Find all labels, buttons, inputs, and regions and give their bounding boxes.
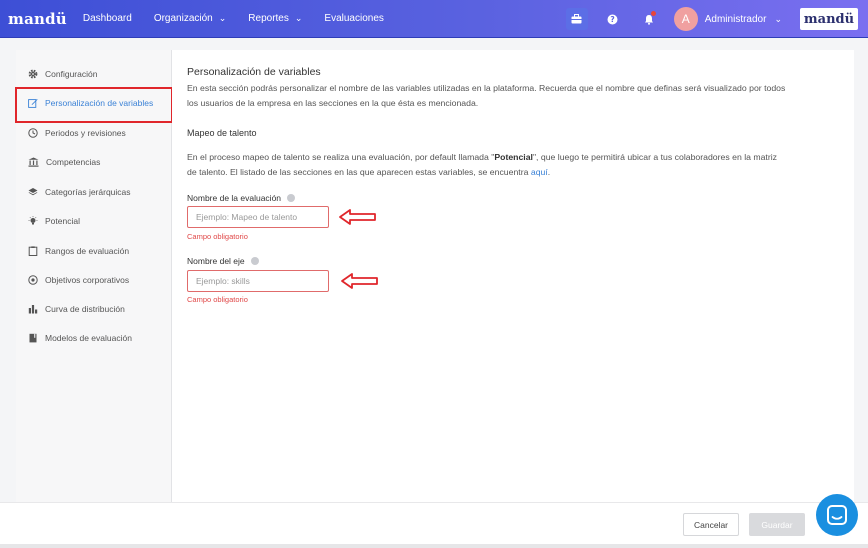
nav-evaluaciones-label: Evaluaciones — [324, 13, 384, 24]
desc-text: ", que luego te permitirá ubicar a tus c… — [532, 152, 778, 162]
chevron-down-icon[interactable]: ⌄ — [774, 14, 782, 25]
red-arrow-annotation — [341, 273, 378, 289]
bulb-icon — [28, 216, 38, 225]
axis-name-label: Nombre del eje — [187, 256, 259, 266]
chevron-down-icon: ⌄ — [294, 13, 303, 23]
intro-line-2: los usuarios de la empresa en las seccio… — [187, 98, 479, 108]
bottom-strip — [0, 544, 868, 548]
app-logo[interactable]: mandü — [8, 10, 67, 28]
main-nav: Dashboard Organización ⌄ Reportes ⌄ Evalua… — [83, 13, 406, 24]
sidebar-item-label: Objetivos corporativos — [45, 275, 130, 285]
sidebar-item-label: Periodos y revisiones — [45, 128, 126, 138]
sidebar-item-label: Modelos de evaluación — [45, 333, 132, 343]
sidebar-item-label: Rangos de evaluación — [45, 246, 130, 256]
sidebar-item-configuracion[interactable]: Configuración — [28, 69, 168, 79]
briefcase-icon[interactable] — [565, 8, 588, 30]
section-desc-line-2: de talento. El listado de las secciones … — [187, 165, 837, 180]
section-desc-line-1: En el proceso mapeo de talento se realiz… — [187, 150, 837, 165]
sidebar-item-competencias[interactable]: Competencias — [28, 157, 168, 167]
save-button[interactable]: Guardar — [749, 513, 805, 536]
evaluation-name-label: Nombre de la evaluación — [187, 193, 296, 203]
section-title: Mapeo de talento — [187, 128, 257, 138]
intro-line-1: En esta sección podrás personalizar el n… — [187, 83, 786, 93]
red-arrow-annotation — [339, 209, 376, 225]
axis-name-input[interactable]: Ejemplo: skills — [187, 270, 329, 292]
sidebar-item-potencial[interactable]: Potencial — [28, 216, 168, 226]
desc-text: de talento. El listado de las secciones … — [187, 167, 531, 177]
gear-icon — [28, 69, 38, 79]
sidebar-item-label: Categorías jerárquicas — [45, 187, 131, 197]
sidebar-item-label: Curva de distribución — [45, 304, 125, 314]
highlight-box — [15, 87, 173, 123]
help-icon[interactable]: ? — [602, 8, 624, 30]
user-name[interactable]: Administrador — [705, 14, 767, 25]
axis-name-error: Campo obligatorio — [187, 295, 248, 304]
avatar[interactable]: A — [673, 7, 698, 31]
nav-reportes[interactable]: Reportes ⌄ — [248, 13, 302, 24]
sections-link[interactable]: aquí — [531, 167, 548, 177]
sidebar-item-periodos[interactable]: Periodos y revisiones — [28, 128, 168, 138]
sidebar-item-rangos[interactable]: Rangos de evaluación — [28, 246, 168, 256]
desc-bold-text: Potencial — [494, 152, 533, 162]
sidebar-item-curva[interactable]: Curva de distribución — [28, 304, 168, 314]
nav-organizacion[interactable]: Organización ⌄ — [154, 13, 226, 24]
sidebar-item-label: Configuración — [45, 69, 98, 79]
top-navbar: mandü Dashboard Organización ⌄ Reportes ⌄ … — [0, 0, 868, 38]
chat-button[interactable] — [816, 494, 858, 536]
bar-chart-icon — [28, 305, 38, 314]
main-panel: Personalización de variables En esta sec… — [172, 50, 854, 502]
institution-icon — [28, 157, 39, 167]
sidebar-item-categorias[interactable]: Categorías jerárquicas — [28, 187, 168, 197]
page-title: Personalización de variables — [187, 66, 321, 78]
nav-dashboard-label: Dashboard — [82, 13, 132, 24]
target-icon — [28, 275, 38, 285]
nav-evaluaciones[interactable]: Evaluaciones — [324, 13, 383, 24]
sidebar-item-modelos[interactable]: Modelos de evaluación — [28, 333, 168, 343]
nav-reportes-label: Reportes — [248, 13, 289, 24]
clipboard-icon — [28, 246, 38, 256]
chevron-down-icon: ⌄ — [218, 13, 227, 23]
cancel-button[interactable]: Cancelar — [683, 513, 739, 536]
field-label-text: Nombre de la evaluación — [187, 193, 282, 203]
nav-dashboard[interactable]: Dashboard — [83, 13, 132, 24]
book-icon — [29, 333, 37, 343]
company-brand-logo: mandü — [800, 8, 858, 30]
svg-text:?: ? — [611, 15, 615, 24]
chat-icon — [827, 505, 847, 525]
evaluation-name-input[interactable]: Ejemplo: Mapeo de talento — [187, 206, 329, 228]
bell-icon[interactable] — [638, 8, 660, 30]
field-label-text: Nombre del eje — [187, 256, 245, 266]
desc-text: En el proceso mapeo de talento se realiz… — [187, 152, 495, 162]
sidebar-item-label: Potencial — [45, 216, 80, 226]
sidebar-item-label: Competencias — [46, 157, 101, 167]
clock-icon — [28, 128, 38, 138]
desc-text: . — [547, 167, 551, 177]
layers-icon — [28, 188, 38, 196]
nav-organizacion-label: Organización — [153, 13, 213, 24]
evaluation-name-error: Campo obligatorio — [187, 232, 248, 241]
sidebar-item-objetivos[interactable]: Objetivos corporativos — [28, 275, 168, 285]
notification-badge — [650, 11, 656, 16]
info-icon[interactable] — [287, 194, 296, 202]
info-icon[interactable] — [250, 257, 259, 265]
nav-right-group: ? A Administrador ⌄ mandü — [565, 0, 868, 38]
